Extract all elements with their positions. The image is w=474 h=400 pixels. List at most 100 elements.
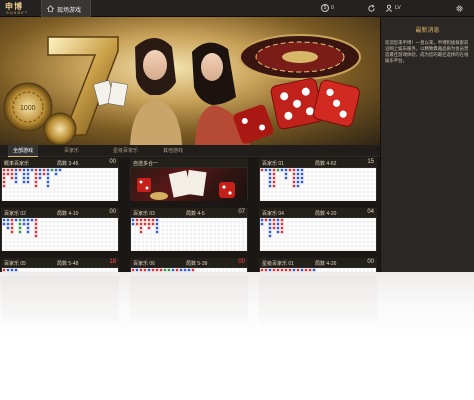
- road-map-grid: [131, 218, 247, 251]
- road-bead: [26, 226, 30, 230]
- user-account[interactable]: LV: [385, 4, 401, 12]
- bead-road: [2, 268, 118, 272]
- road-bead: [6, 222, 10, 226]
- road-bead: [296, 176, 300, 180]
- gear-icon[interactable]: [455, 4, 464, 13]
- round-number: 局数 4-62: [315, 161, 337, 167]
- road-bead: [22, 218, 26, 222]
- road-bead: [26, 230, 30, 234]
- road-bead: [187, 268, 191, 272]
- road-bead: [14, 172, 18, 176]
- game-table-card[interactable]: 星级百家乐 01 局数 4-26 00: [259, 258, 377, 272]
- road-bead: [312, 268, 316, 272]
- side-panel-lower: [380, 145, 474, 272]
- road-bead: [292, 172, 296, 176]
- game-table-card[interactable]: 百家乐 06 局数 5-39 00: [130, 258, 248, 272]
- tab-all-games[interactable]: 全部游戏: [8, 145, 39, 157]
- road-bead: [272, 184, 276, 188]
- road-bead: [280, 222, 284, 226]
- road-bead: [183, 268, 187, 272]
- road-bead: [26, 218, 30, 222]
- road-bead: [34, 226, 38, 230]
- road-bead: [284, 172, 288, 176]
- road-bead: [139, 222, 143, 226]
- game-table-card[interactable]: 百家乐 01 局数 4-62 15: [259, 158, 377, 201]
- road-bead: [2, 218, 6, 222]
- table-name: 星级百家乐 01: [262, 261, 294, 267]
- refresh-icon[interactable]: [367, 4, 376, 13]
- road-bead: [159, 268, 163, 272]
- game-table-card[interactable]: 概率百家乐 局数 3-45 00: [1, 158, 119, 201]
- road-bead: [2, 184, 6, 188]
- road-bead: [147, 226, 151, 230]
- road-bead: [42, 168, 46, 172]
- road-bead: [296, 168, 300, 172]
- road-bead: [280, 230, 284, 234]
- road-bead: [300, 168, 304, 172]
- road-bead: [18, 230, 22, 234]
- road-bead: [34, 176, 38, 180]
- reflection-fade: [0, 272, 474, 400]
- multi-table-card[interactable]: 自选多合一: [130, 158, 248, 201]
- coin-icon: $: [321, 4, 329, 12]
- live-games-nav[interactable]: 现场游戏: [41, 0, 91, 17]
- game-table-card[interactable]: 百家乐 05 局数 5-48 18: [1, 258, 119, 272]
- road-bead: [22, 222, 26, 226]
- table-name: 百家乐 03: [133, 211, 155, 217]
- road-bead: [46, 184, 50, 188]
- road-map-grid: [131, 268, 247, 272]
- game-table-card[interactable]: 百家乐 02 局数 4-10 00: [1, 208, 119, 251]
- bead-road: [2, 168, 118, 201]
- tab-other-games[interactable]: 其他游戏: [163, 145, 183, 157]
- road-bead: [292, 176, 296, 180]
- road-bead: [272, 226, 276, 230]
- road-bead: [268, 168, 272, 172]
- news-panel: 最新消息 欢迎您来申博！一直以来，申博积极探索前沿网上娱乐服务，以精致典雅品质为…: [380, 17, 474, 145]
- tab-star-baccarat[interactable]: 星级百家乐: [113, 145, 138, 157]
- road-bead: [34, 184, 38, 188]
- round-number: 局数 5-48: [57, 261, 79, 267]
- road-bead: [280, 168, 284, 172]
- road-bead: [10, 168, 14, 172]
- road-bead: [276, 168, 280, 172]
- road-bead: [38, 176, 42, 180]
- road-bead: [260, 268, 264, 272]
- reflection-card: [259, 276, 377, 324]
- road-bead: [30, 218, 34, 222]
- game-table-card[interactable]: 百家乐 04 局数 4-20 04: [259, 208, 377, 251]
- road-bead: [300, 268, 304, 272]
- road-bead: [264, 268, 268, 272]
- road-bead: [10, 222, 14, 226]
- road-bead: [46, 176, 50, 180]
- road-bead: [54, 172, 58, 176]
- road-bead: [10, 230, 14, 234]
- road-bead: [46, 168, 50, 172]
- road-bead: [260, 222, 264, 226]
- promo-banner[interactable]: 1000: [0, 17, 380, 145]
- road-bead: [284, 268, 288, 272]
- road-bead: [143, 268, 147, 272]
- live-games-label: 现场游戏: [57, 8, 82, 14]
- road-bead: [2, 268, 6, 272]
- tab-baccarat[interactable]: 百家乐: [64, 145, 79, 157]
- road-bead: [147, 222, 151, 226]
- road-bead: [296, 184, 300, 188]
- road-bead: [18, 168, 22, 172]
- countdown-timer: 04: [367, 209, 374, 215]
- road-bead: [58, 168, 62, 172]
- home-icon: [47, 5, 54, 12]
- game-table-card[interactable]: 百家乐 03 局数 4-5 07: [130, 208, 248, 251]
- road-bead: [268, 222, 272, 226]
- reflection-card: [130, 276, 248, 324]
- table-name: 百家乐 05: [4, 261, 26, 267]
- road-bead: [131, 268, 135, 272]
- road-bead: [2, 168, 6, 172]
- road-bead: [6, 168, 10, 172]
- road-bead: [34, 230, 38, 234]
- road-bead: [308, 268, 312, 272]
- table-name: 百家乐 01: [262, 161, 284, 167]
- brand-logo[interactable]: 申博 SUNBET: [3, 1, 39, 16]
- road-bead: [268, 226, 272, 230]
- road-bead: [26, 222, 30, 226]
- road-bead: [139, 268, 143, 272]
